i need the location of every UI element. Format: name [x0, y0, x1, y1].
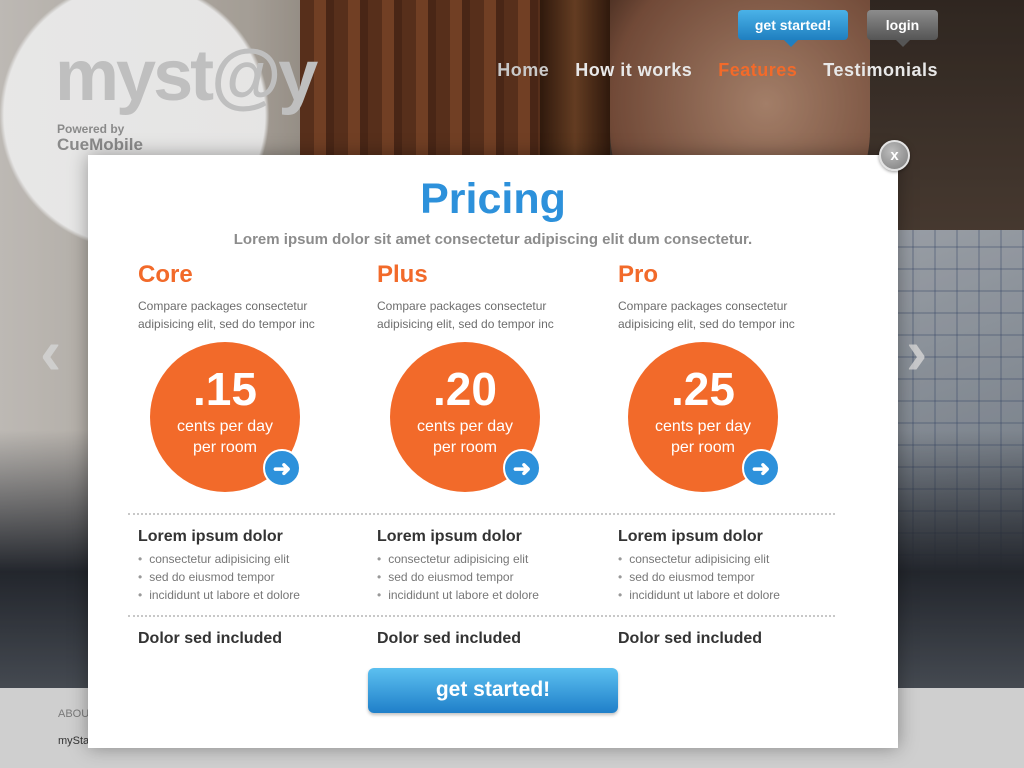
plan-plus: Plus Compare packages consectetur adipis…: [377, 261, 597, 333]
list-item: sed do eiusmod tempor: [377, 568, 597, 586]
list-item: consectetur adipisicing elit: [377, 550, 597, 568]
close-icon[interactable]: x: [879, 140, 910, 171]
modal-title: Pricing: [420, 175, 566, 223]
carousel-next-icon[interactable]: ›: [906, 315, 927, 389]
list-item: incididunt ut labore et dolore: [377, 586, 597, 604]
list-item: consectetur adipisicing elit: [138, 550, 358, 568]
plan-core: Core Compare packages consectetur adipis…: [138, 261, 358, 333]
plan-pro: Pro Compare packages consectetur adipisi…: [618, 261, 838, 333]
footer-about-label: ABOU: [58, 708, 90, 720]
included-label: Dolor sed included: [618, 630, 763, 647]
company-name: CueMobile: [57, 135, 143, 154]
nav-item-testimonials[interactable]: Testimonials: [823, 60, 938, 81]
modal-subtitle: Lorem ipsum dolor sit amet consectetur a…: [233, 231, 753, 248]
included-label: Dolor sed included: [377, 630, 522, 647]
logo[interactable]: myst@y Powered by CueMobile: [0, 0, 375, 250]
nav-item-features[interactable]: Features: [718, 60, 797, 81]
nav-item-how-it-works[interactable]: How it works: [575, 60, 692, 81]
feature-heading: Lorem ipsum dolor: [138, 528, 283, 545]
feature-heading: Lorem ipsum dolor: [618, 528, 763, 545]
plan-description: Compare packages consectetur adipisicing…: [138, 299, 315, 331]
price-unit-line1: cents per day: [654, 418, 752, 435]
price-amount: .25: [671, 363, 735, 415]
login-button[interactable]: login: [867, 10, 938, 47]
pricing-modal: Pricing Lorem ipsum dolor sit amet conse…: [88, 155, 898, 748]
feature-heading: Lorem ipsum dolor: [377, 528, 522, 545]
list-item: incididunt ut labore et dolore: [618, 586, 838, 604]
logo-wordmark: myst@y: [55, 36, 318, 116]
list-item: sed do eiusmod tempor: [618, 568, 838, 586]
arrow-right-icon[interactable]: ➜: [263, 449, 301, 487]
plan-name: Core: [138, 261, 193, 288]
main-nav: Home How it works Features Testimonials: [497, 60, 938, 81]
price-amount: .20: [433, 363, 497, 415]
plan-description: Compare packages consectetur adipisicing…: [618, 299, 795, 331]
price-unit-line1: cents per day: [176, 418, 274, 435]
powered-by-label: Powered by: [57, 122, 125, 136]
price-amount: .15: [193, 363, 257, 415]
feature-list-plus: Lorem ipsum dolor consectetur adipisicin…: [377, 528, 597, 604]
carousel-prev-icon[interactable]: ‹: [40, 315, 61, 389]
feature-list-pro: Lorem ipsum dolor consectetur adipisicin…: [618, 528, 838, 604]
footer-brand-label: mySta: [58, 735, 90, 747]
divider: [128, 615, 835, 617]
arrow-right-icon[interactable]: ➜: [742, 449, 780, 487]
get-started-button[interactable]: get started!: [368, 668, 618, 713]
list-item: consectetur adipisicing elit: [618, 550, 838, 568]
get-started-top-button[interactable]: get started!: [738, 10, 848, 47]
list-item: sed do eiusmod tempor: [138, 568, 358, 586]
nav-item-home[interactable]: Home: [497, 60, 549, 81]
list-item: incididunt ut labore et dolore: [138, 586, 358, 604]
price-unit-line1: cents per day: [416, 418, 514, 435]
plan-name: Plus: [377, 261, 428, 288]
included-label: Dolor sed included: [138, 630, 283, 647]
plan-name: Pro: [618, 261, 659, 288]
arrow-right-icon[interactable]: ➜: [503, 449, 541, 487]
divider: [128, 513, 835, 515]
plan-description: Compare packages consectetur adipisicing…: [377, 299, 554, 331]
feature-list-core: Lorem ipsum dolor consectetur adipisicin…: [138, 528, 358, 604]
